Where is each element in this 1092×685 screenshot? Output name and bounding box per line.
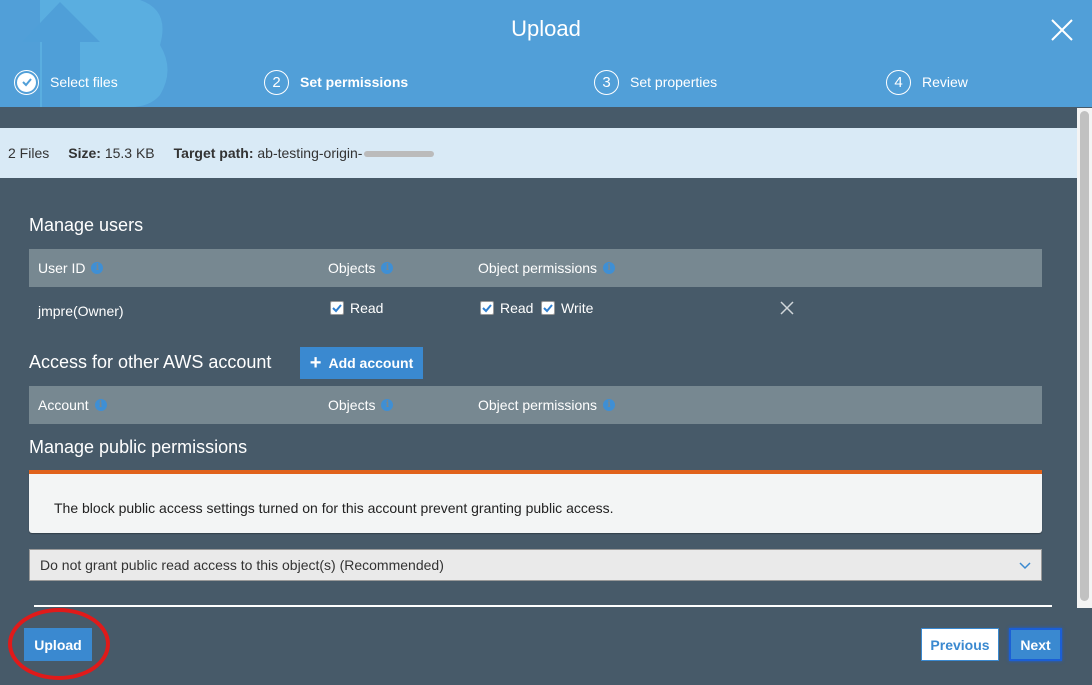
target-path-value: ab-testing-origin-	[257, 145, 363, 161]
users-table-header: User ID i Objects i Object permissions i	[29, 249, 1042, 287]
chevron-down-icon	[1019, 562, 1031, 570]
info-icon[interactable]: i	[381, 262, 394, 274]
info-icon[interactable]: i	[603, 262, 616, 274]
file-count: 2 Files	[8, 145, 50, 161]
upload-dialog-header: Upload Select files 2 Set permissions 3 …	[0, 0, 1092, 107]
accounts-table-header: Account i Objects i Object permissions i	[29, 386, 1042, 424]
manage-users-heading: Manage users	[29, 215, 144, 235]
previous-button[interactable]: Previous	[921, 628, 999, 661]
block-public-access-alert: The block public access settings turned …	[29, 470, 1042, 533]
step-number: 3	[594, 69, 619, 95]
checkbox-checked-icon[interactable]	[330, 301, 344, 315]
step-set-permissions[interactable]: 2 Set permissions	[264, 69, 408, 95]
permissions-read-checkbox[interactable]: Read	[480, 300, 541, 316]
size-label: Size:	[68, 145, 101, 161]
step-check-icon	[14, 69, 39, 95]
vertical-scrollbar[interactable]	[1077, 108, 1092, 608]
info-icon[interactable]: i	[603, 399, 616, 411]
step-label: Set permissions	[300, 74, 409, 90]
upload-button[interactable]: Upload	[24, 628, 92, 661]
checkbox-checked-icon[interactable]	[541, 301, 555, 315]
next-button[interactable]: Next	[1009, 628, 1062, 661]
step-review[interactable]: 4 Review	[886, 69, 968, 95]
select-value: Do not grant public read access to this …	[40, 557, 444, 573]
column-objects: Objects i	[328, 397, 394, 413]
column-user-id: User ID i	[38, 260, 104, 276]
column-object-permissions: Object permissions i	[478, 260, 616, 276]
step-number: 4	[886, 69, 911, 95]
remove-user-icon[interactable]	[779, 300, 795, 316]
plus-icon: +	[309, 352, 322, 374]
step-set-properties[interactable]: 3 Set properties	[594, 69, 717, 95]
target-path-label: Target path:	[173, 145, 254, 161]
public-access-select[interactable]: Do not grant public read access to this …	[29, 549, 1042, 581]
info-icon[interactable]: i	[91, 262, 104, 274]
checkbox-checked-icon[interactable]	[480, 301, 494, 315]
add-account-button[interactable]: + Add account	[300, 347, 423, 379]
other-accounts-heading: Access for other AWS account	[29, 352, 272, 372]
step-label: Review	[922, 74, 968, 90]
target-path: Target path: ab-testing-origin-	[174, 145, 435, 161]
step-label: Select files	[50, 74, 118, 90]
column-objects: Objects i	[328, 260, 394, 276]
scrollbar-thumb[interactable]	[1080, 111, 1089, 601]
table-row: jmpre(Owner) Read Read Write	[29, 290, 1042, 330]
user-id: jmpre(Owner)	[38, 303, 124, 319]
footer-divider	[34, 605, 1052, 607]
info-icon[interactable]: i	[94, 399, 107, 411]
objects-read-checkbox[interactable]: Read	[330, 300, 391, 316]
step-label: Set properties	[630, 74, 718, 90]
redacted-text	[364, 151, 435, 158]
column-account: Account i	[38, 397, 107, 413]
permissions-write-checkbox[interactable]: Write	[541, 300, 601, 316]
close-icon[interactable]	[1050, 18, 1074, 42]
public-permissions-heading: Manage public permissions	[29, 437, 248, 457]
size-value: 15.3 KB	[104, 145, 155, 161]
column-object-permissions: Object permissions i	[478, 397, 616, 413]
info-icon[interactable]: i	[381, 399, 394, 411]
upload-summary-bar: 2 Files Size: 15.3 KB Target path: ab-te…	[0, 128, 1078, 178]
step-number: 2	[264, 69, 289, 95]
dialog-title: Upload	[511, 16, 581, 41]
step-select-files[interactable]: Select files	[14, 69, 118, 95]
file-size: Size: 15.3 KB	[68, 145, 154, 161]
